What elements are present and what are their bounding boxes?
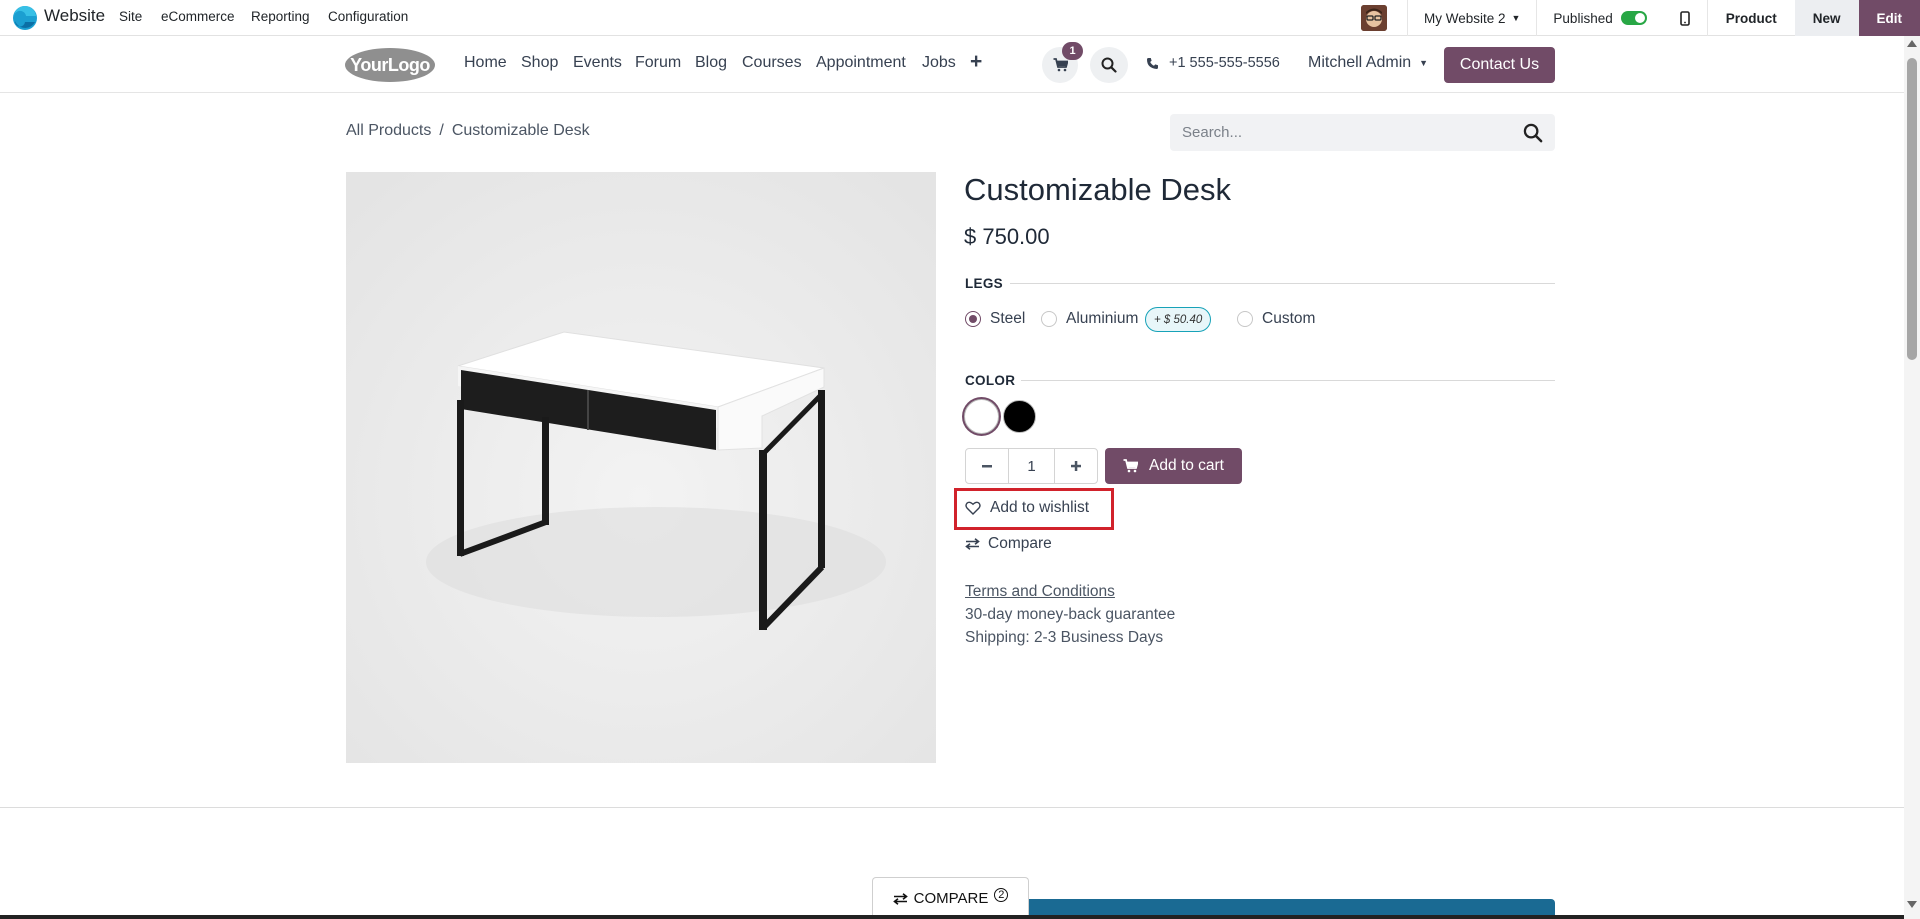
radio-unchecked[interactable] <box>1041 311 1057 327</box>
nav-home[interactable]: Home <box>464 54 507 72</box>
mobile-icon <box>1679 10 1690 26</box>
nav-blog[interactable]: Blog <box>695 54 727 72</box>
mobile-preview-button[interactable] <box>1663 0 1707 36</box>
header-search-button[interactable] <box>1090 47 1128 83</box>
nav-forum[interactable]: Forum <box>635 54 681 72</box>
cart-count-badge: 1 <box>1062 42 1083 60</box>
breadcrumb-all-products[interactable]: All Products <box>346 122 431 140</box>
website-switcher-label: My Website 2 <box>1423 10 1506 26</box>
search-input[interactable] <box>1182 114 1512 151</box>
logo-text: YourLogo <box>350 54 430 75</box>
phone-number: +1 555-555-5556 <box>1169 55 1280 71</box>
admin-bar: Website Site eCommerce Reporting Configu… <box>0 0 1920 36</box>
legs-option-label: Steel <box>990 310 1026 327</box>
avatar[interactable] <box>1360 5 1387 31</box>
nav-events[interactable]: Events <box>573 54 622 72</box>
radio-unchecked[interactable] <box>1237 311 1253 327</box>
user-name: Mitchell Admin <box>1308 54 1412 71</box>
admin-bar-right: My Website 2 ▼ Published Product New Edi… <box>1360 0 1920 36</box>
color-swatch-white[interactable] <box>964 399 999 434</box>
product-title: Customizable Desk <box>964 172 1232 207</box>
cart-icon <box>1053 58 1068 72</box>
color-swatch-black[interactable] <box>1003 400 1036 433</box>
radio-checked[interactable] <box>965 311 981 327</box>
menu-site[interactable]: Site <box>119 9 142 24</box>
search-icon <box>1101 57 1117 73</box>
legs-option-label: Custom <box>1262 310 1316 327</box>
quantity-stepper <box>965 448 1098 484</box>
divider <box>1010 283 1555 284</box>
nav-courses[interactable]: Courses <box>742 54 802 72</box>
website-switcher[interactable]: My Website 2 ▼ <box>1408 0 1536 36</box>
divider <box>1021 380 1555 381</box>
attribute-label-legs: LEGS <box>965 276 1003 291</box>
phone-icon <box>1147 57 1158 69</box>
published-toggle[interactable]: Published <box>1537 0 1662 36</box>
compare-bar-label: COMPARE <box>913 890 989 907</box>
extra-price-badge: + $ 50.40 <box>1145 307 1212 332</box>
site-header: YourLogo Home Shop Events Forum Blog Cou… <box>0 36 1920 93</box>
nav-appointment[interactable]: Appointment <box>816 54 906 72</box>
caret-down-icon: ▼ <box>1511 13 1521 23</box>
toggle-switch[interactable] <box>1620 11 1647 25</box>
product-search <box>1170 114 1555 151</box>
product-button[interactable]: Product <box>1708 0 1795 36</box>
exchange-icon <box>965 538 980 550</box>
product-image[interactable] <box>346 172 936 763</box>
search-icon[interactable] <box>1523 123 1543 143</box>
nav-jobs[interactable]: Jobs <box>922 54 956 72</box>
scroll-up-arrow-icon[interactable] <box>1907 40 1917 47</box>
add-to-wishlist-label: Add to wishlist <box>990 499 1090 516</box>
plus-icon <box>1071 461 1081 471</box>
decrease-quantity-button[interactable] <box>966 449 1008 483</box>
app-name[interactable]: Website <box>44 6 105 26</box>
legs-option-label: Aluminium <box>1066 310 1139 327</box>
published-label: Published <box>1553 10 1613 26</box>
compare-bar-button[interactable]: COMPARE 2 <box>872 877 1029 919</box>
product-price: $ 750.00 <box>964 224 1050 249</box>
breadcrumb: All Products / Customizable Desk <box>346 122 590 140</box>
legs-option-steel[interactable]: Steel <box>965 310 1025 328</box>
add-to-cart-button[interactable]: Add to cart <box>1105 448 1242 484</box>
heart-icon <box>965 501 981 515</box>
menu-ecommerce[interactable]: eCommerce <box>161 9 235 24</box>
breadcrumb-separator: / <box>439 122 444 139</box>
compare-label: Compare <box>988 535 1052 552</box>
scroll-down-arrow-icon[interactable] <box>1907 901 1917 908</box>
quantity-input[interactable] <box>1008 449 1055 483</box>
guarantee-text: 30-day money-back guarantee <box>965 606 1176 623</box>
contact-us-button[interactable]: Contact Us <box>1444 47 1555 83</box>
increase-quantity-button[interactable] <box>1055 449 1097 483</box>
edit-button[interactable]: Edit <box>1858 0 1920 36</box>
compare-button[interactable]: Compare <box>965 535 1052 553</box>
site-logo[interactable]: YourLogo <box>345 48 435 82</box>
caret-down-icon: ▼ <box>1419 58 1429 68</box>
terms-and-conditions-link[interactable]: Terms and Conditions <box>965 583 1115 601</box>
phone-link[interactable]: +1 555-555-5556 <box>1146 55 1280 71</box>
website-app-icon[interactable] <box>12 5 38 31</box>
breadcrumb-current: Customizable Desk <box>451 122 590 139</box>
shipping-text: Shipping: 2-3 Business Days <box>965 629 1164 646</box>
add-to-wishlist-button[interactable]: Add to wishlist <box>965 499 1089 517</box>
menu-reporting[interactable]: Reporting <box>251 9 310 24</box>
exchange-icon <box>892 892 908 905</box>
scrollbar-thumb[interactable] <box>1907 58 1917 360</box>
add-to-cart-label: Add to cart <box>1149 457 1224 474</box>
compare-count-badge: 2 <box>994 887 1009 902</box>
section-divider <box>0 807 1905 808</box>
cart-icon <box>1123 459 1139 473</box>
minus-icon <box>982 465 992 468</box>
legs-option-aluminium[interactable]: Aluminium <box>1041 310 1138 328</box>
page-bottom-edge <box>0 915 1920 919</box>
user-menu[interactable]: Mitchell Admin ▼ <box>1308 54 1428 72</box>
add-menu-plus-icon[interactable]: + <box>970 50 982 74</box>
legs-option-custom[interactable]: Custom <box>1237 310 1315 328</box>
menu-configuration[interactable]: Configuration <box>328 9 408 24</box>
desk-illustration <box>346 172 936 763</box>
nav-shop[interactable]: Shop <box>521 54 558 72</box>
new-button[interactable]: New <box>1794 0 1859 36</box>
attribute-label-color: COLOR <box>965 373 1016 388</box>
